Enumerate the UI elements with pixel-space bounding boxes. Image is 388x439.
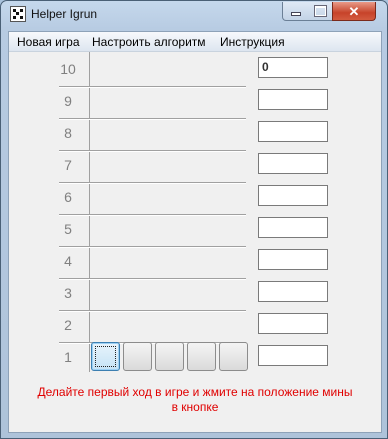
status-line-2: в кнопке	[171, 400, 219, 414]
row-value-field[interactable]	[258, 345, 328, 366]
row-number: 1	[64, 349, 72, 365]
row-number: 10	[60, 61, 76, 77]
mine-cell-button[interactable]	[91, 342, 120, 371]
row-separator-highlight	[59, 311, 246, 312]
row-value-field[interactable]	[258, 121, 328, 142]
client-area: Новая игра Настроить алгоритм Инструкция…	[8, 31, 382, 433]
maximize-icon	[313, 5, 327, 17]
row-number: 4	[64, 253, 72, 269]
menu-new-game[interactable]: Новая игра	[17, 35, 80, 49]
row-number: 7	[64, 157, 72, 173]
row-value-field[interactable]	[258, 153, 328, 174]
menu-bar: Новая игра Настроить алгоритм Инструкция	[9, 32, 381, 52]
row-separator-highlight	[59, 215, 246, 216]
mine-cell-button[interactable]	[123, 342, 152, 371]
row-value-field[interactable]: 0	[258, 57, 328, 78]
row-value-field[interactable]	[258, 89, 328, 110]
row-separator-highlight	[59, 279, 246, 280]
row-number: 9	[64, 93, 72, 109]
maximize-button[interactable]	[308, 2, 333, 21]
status-message: Делайте первый ход в игре и жмите на пол…	[9, 385, 381, 415]
title-bar[interactable]: Helper Igrun ✕	[1, 1, 387, 29]
row-number: 5	[64, 221, 72, 237]
app-window: Helper Igrun ✕ Новая игра Настроить алго…	[0, 0, 388, 439]
row-value-field[interactable]	[258, 217, 328, 238]
row-value-field[interactable]	[258, 313, 328, 334]
row-number: 8	[64, 125, 72, 141]
grid-left-border	[89, 52, 90, 372]
window-title: Helper Igrun	[31, 7, 98, 21]
row-separator-highlight	[59, 87, 246, 88]
status-line-1: Делайте первый ход в игре и жмите на пол…	[37, 385, 353, 399]
row-value-field[interactable]	[258, 185, 328, 206]
row-value-field[interactable]	[258, 281, 328, 302]
mine-grid: 10 0 9 8 7 6 5 4 3 2 1	[9, 52, 381, 432]
minimize-icon	[291, 12, 301, 16]
row-separator-highlight	[59, 119, 246, 120]
minimize-button[interactable]	[282, 2, 310, 21]
row-number: 3	[64, 285, 72, 301]
row-separator-highlight	[59, 247, 246, 248]
close-icon: ✕	[348, 3, 360, 19]
mine-cell-button[interactable]	[219, 342, 248, 371]
row-separator-highlight	[59, 343, 246, 344]
menu-configure-algorithm[interactable]: Настроить алгоритм	[92, 35, 206, 49]
row-separator-highlight	[59, 151, 246, 152]
mine-cell-button[interactable]	[155, 342, 184, 371]
row-separator-highlight	[59, 183, 246, 184]
mine-cell-button[interactable]	[187, 342, 216, 371]
row-number: 2	[64, 317, 72, 333]
dice-icon	[10, 6, 26, 22]
close-button[interactable]: ✕	[332, 2, 376, 21]
row-value-field[interactable]	[258, 249, 328, 270]
menu-instructions[interactable]: Инструкция	[220, 35, 285, 49]
row-number: 6	[64, 189, 72, 205]
